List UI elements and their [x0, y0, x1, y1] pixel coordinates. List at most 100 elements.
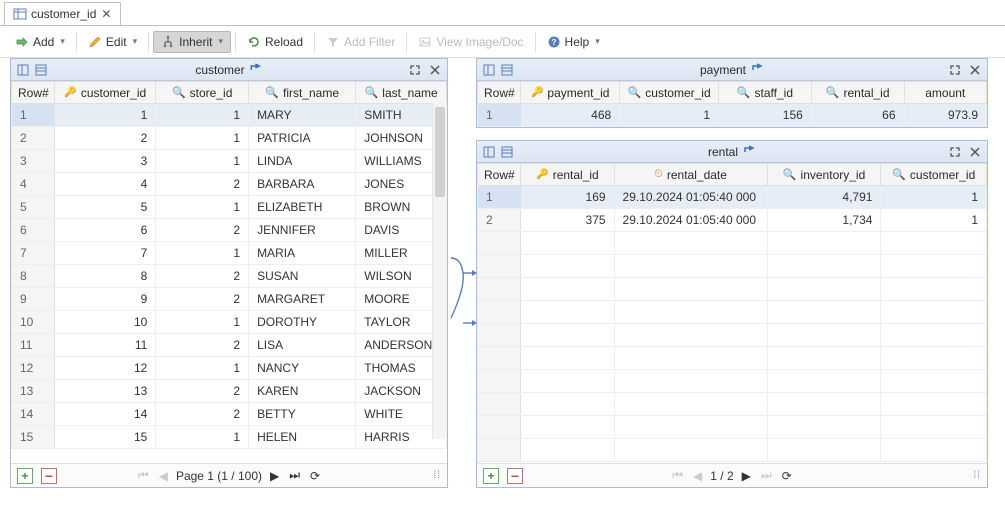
- link-icon[interactable]: [249, 61, 263, 78]
- scrollbar-thumb[interactable]: [435, 107, 445, 197]
- cell-store-id[interactable]: 2: [156, 380, 249, 403]
- cell-customer-id[interactable]: 2: [55, 127, 156, 150]
- table-row[interactable]: 8 8 2 SUSAN WILSON: [12, 265, 447, 288]
- table-row[interactable]: 1 468 1 156 66 973.9: [478, 104, 987, 127]
- table-row[interactable]: 12 12 1 NANCY THOMAS: [12, 357, 447, 380]
- cell-store-id[interactable]: 1: [156, 311, 249, 334]
- cell-first-name[interactable]: DOROTHY: [249, 311, 356, 334]
- col-rental-id[interactable]: rental_id: [553, 168, 599, 182]
- add-filter-button[interactable]: Add Filter: [319, 32, 402, 52]
- cell-customer-id[interactable]: 5: [55, 196, 156, 219]
- cell-first-name[interactable]: LISA: [249, 334, 356, 357]
- footer-menu-icon[interactable]: ⁞⁞: [433, 470, 441, 481]
- col-customer-id[interactable]: customer_id: [645, 86, 710, 100]
- col-customer-id[interactable]: customer_id: [81, 86, 146, 100]
- cell-store-id[interactable]: 2: [156, 334, 249, 357]
- cell-rental-id[interactable]: 375: [521, 209, 614, 232]
- cell-first-name[interactable]: JENNIFER: [249, 219, 356, 242]
- cell-store-id[interactable]: 1: [156, 426, 249, 449]
- cell-first-name[interactable]: ELIZABETH: [249, 196, 356, 219]
- cell-customer-id[interactable]: 12: [55, 357, 156, 380]
- table-row[interactable]: 4 4 2 BARBARA JONES: [12, 173, 447, 196]
- table-row[interactable]: 1 169 29.10.2024 01:05:40 000 4,791 1: [478, 186, 987, 209]
- table-row[interactable]: 10 10 1 DOROTHY TAYLOR: [12, 311, 447, 334]
- close-icon[interactable]: [967, 62, 983, 78]
- cell-customer-id[interactable]: 13: [55, 380, 156, 403]
- cell-customer-id[interactable]: 7: [55, 242, 156, 265]
- table-row[interactable]: 2 2 1 PATRICIA JOHNSON: [12, 127, 447, 150]
- table-row[interactable]: 15 15 1 HELEN HARRIS: [12, 426, 447, 449]
- col-store-id[interactable]: store_id: [190, 86, 233, 100]
- table-row[interactable]: 6 6 2 JENNIFER DAVIS: [12, 219, 447, 242]
- inherit-button[interactable]: Inherit ▾: [153, 31, 231, 53]
- edit-button[interactable]: Edit ▾: [81, 32, 144, 52]
- close-icon[interactable]: [427, 62, 443, 78]
- cell-customer-id[interactable]: 14: [55, 403, 156, 426]
- cell-customer-id[interactable]: 1: [620, 104, 719, 127]
- cell-first-name[interactable]: LINDA: [249, 150, 356, 173]
- table-row[interactable]: 1 1 1 MARY SMITH: [12, 104, 447, 127]
- col-inventory-id[interactable]: inventory_id: [801, 168, 866, 182]
- cell-store-id[interactable]: 2: [156, 403, 249, 426]
- table-row[interactable]: 11 11 2 LISA ANDERSON: [12, 334, 447, 357]
- table-row[interactable]: 14 14 2 BETTY WHITE: [12, 403, 447, 426]
- col-customer-id[interactable]: customer_id: [910, 168, 975, 182]
- cell-customer-id[interactable]: 1: [881, 209, 987, 232]
- col-rental-id[interactable]: rental_id: [843, 86, 889, 100]
- cell-store-id[interactable]: 1: [156, 196, 249, 219]
- col-payment-id[interactable]: payment_id: [547, 86, 609, 100]
- cell-store-id[interactable]: 1: [156, 150, 249, 173]
- cell-first-name[interactable]: NANCY: [249, 357, 356, 380]
- close-icon[interactable]: ✕: [100, 8, 112, 20]
- cell-first-name[interactable]: PATRICIA: [249, 127, 356, 150]
- col-rownum[interactable]: Row#: [484, 86, 515, 100]
- first-page-button[interactable]: ⏮: [136, 468, 151, 483]
- cell-rental-id[interactable]: 66: [811, 104, 904, 127]
- refresh-button[interactable]: ⟳: [780, 469, 794, 483]
- cell-staff-id[interactable]: 156: [719, 104, 812, 127]
- rental-grid[interactable]: Row# 🔑rental_id ⏲rental_date 🔍inventory_…: [477, 163, 987, 463]
- link-icon[interactable]: [750, 61, 764, 78]
- cell-first-name[interactable]: KAREN: [249, 380, 356, 403]
- table-row[interactable]: 5 5 1 ELIZABETH BROWN: [12, 196, 447, 219]
- maximize-icon[interactable]: [947, 62, 963, 78]
- delete-row-button[interactable]: −: [41, 468, 57, 484]
- cell-rental-date[interactable]: 29.10.2024 01:05:40 000: [614, 209, 767, 232]
- cell-customer-id[interactable]: 15: [55, 426, 156, 449]
- cell-customer-id[interactable]: 9: [55, 288, 156, 311]
- maximize-icon[interactable]: [947, 144, 963, 160]
- table-row[interactable]: 2 375 29.10.2024 01:05:40 000 1,734 1: [478, 209, 987, 232]
- panel-layout2-icon[interactable]: [33, 62, 49, 78]
- cell-first-name[interactable]: MARY: [249, 104, 356, 127]
- customer-grid[interactable]: Row# 🔑customer_id 🔍store_id 🔍first_name …: [11, 81, 447, 463]
- add-button[interactable]: Add ▾: [8, 32, 72, 52]
- panel-layout1-icon[interactable]: [15, 62, 31, 78]
- cell-customer-id[interactable]: 1: [881, 186, 987, 209]
- cell-customer-id[interactable]: 6: [55, 219, 156, 242]
- add-row-button[interactable]: +: [17, 468, 33, 484]
- next-page-button[interactable]: ▶: [268, 469, 281, 483]
- cell-customer-id[interactable]: 4: [55, 173, 156, 196]
- cell-first-name[interactable]: BETTY: [249, 403, 356, 426]
- delete-row-button[interactable]: −: [507, 468, 523, 484]
- cell-store-id[interactable]: 1: [156, 242, 249, 265]
- maximize-icon[interactable]: [407, 62, 423, 78]
- panel-layout2-icon[interactable]: [499, 62, 515, 78]
- last-page-button[interactable]: ⏭: [287, 468, 302, 483]
- cell-first-name[interactable]: BARBARA: [249, 173, 356, 196]
- link-icon[interactable]: [742, 143, 756, 160]
- col-rownum[interactable]: Row#: [484, 168, 515, 182]
- table-row[interactable]: 9 9 2 MARGARET MOORE: [12, 288, 447, 311]
- col-staff-id[interactable]: staff_id: [755, 86, 793, 100]
- help-button[interactable]: ? Help ▾: [540, 32, 607, 52]
- cell-store-id[interactable]: 1: [156, 127, 249, 150]
- cell-store-id[interactable]: 2: [156, 265, 249, 288]
- first-page-button[interactable]: ⏮: [670, 468, 685, 483]
- cell-rental-date[interactable]: 29.10.2024 01:05:40 000: [614, 186, 767, 209]
- cell-payment-id[interactable]: 468: [521, 104, 620, 127]
- close-icon[interactable]: [967, 144, 983, 160]
- cell-store-id[interactable]: 2: [156, 288, 249, 311]
- cell-first-name[interactable]: MARGARET: [249, 288, 356, 311]
- add-row-button[interactable]: +: [483, 468, 499, 484]
- cell-rental-id[interactable]: 169: [521, 186, 614, 209]
